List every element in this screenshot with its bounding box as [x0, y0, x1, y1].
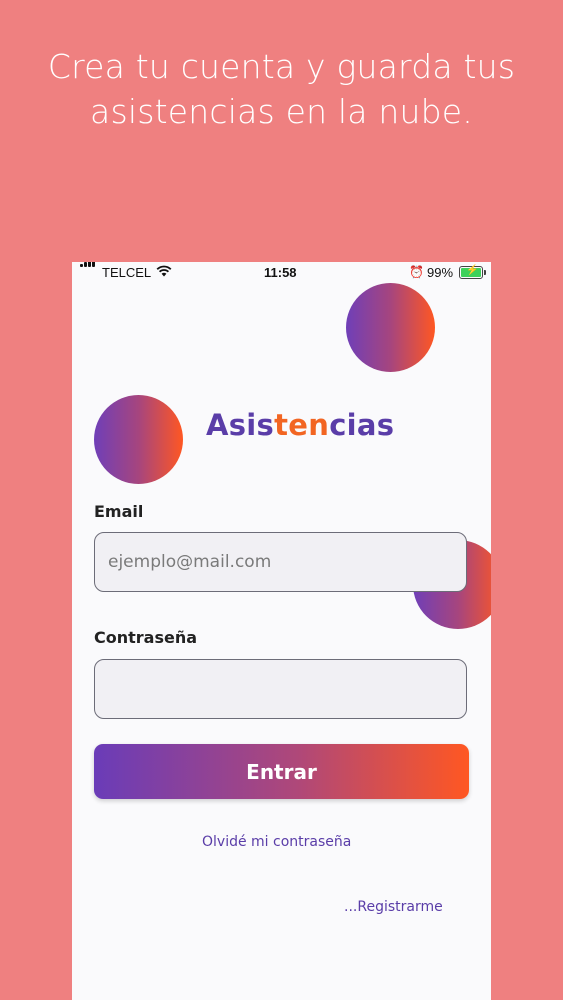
register-link[interactable]: ...Registrarme: [344, 899, 443, 915]
logo-text-part3: cias: [329, 408, 395, 442]
phone-screen: TELCEL 11:58 ⏰ 99% ⚡ Asistencias Email C…: [72, 262, 491, 1000]
carrier-name: TELCEL: [102, 265, 152, 280]
promo-line-2: asistencias en la nube.: [90, 92, 473, 131]
status-bar: TELCEL 11:58 ⏰ 99% ⚡: [72, 262, 491, 282]
submit-button[interactable]: Entrar: [94, 744, 469, 799]
battery-percent: 99%: [427, 265, 454, 280]
password-field[interactable]: [94, 659, 467, 719]
email-label: Email: [94, 502, 144, 521]
email-field[interactable]: [94, 532, 467, 592]
alarm-icon: ⏰: [409, 265, 424, 279]
promo-line-1: Crea tu cuenta y guarda tus: [47, 47, 516, 86]
clock-time: 11:58: [264, 265, 297, 280]
battery-charging-icon: ⚡: [459, 265, 486, 279]
password-label: Contraseña: [94, 628, 198, 647]
promo-headline: Crea tu cuenta y guarda tus asistencias …: [0, 44, 563, 134]
app-logo-circle: [94, 395, 183, 484]
logo-text-part1: Asis: [206, 408, 275, 442]
forgot-password-link[interactable]: Olvidé mi contraseña: [202, 834, 351, 850]
logo-text-part2: ten: [274, 408, 330, 442]
wifi-icon: [156, 265, 172, 280]
decorative-circle-top: [346, 283, 435, 372]
app-logo-text: Asistencias: [206, 408, 394, 442]
